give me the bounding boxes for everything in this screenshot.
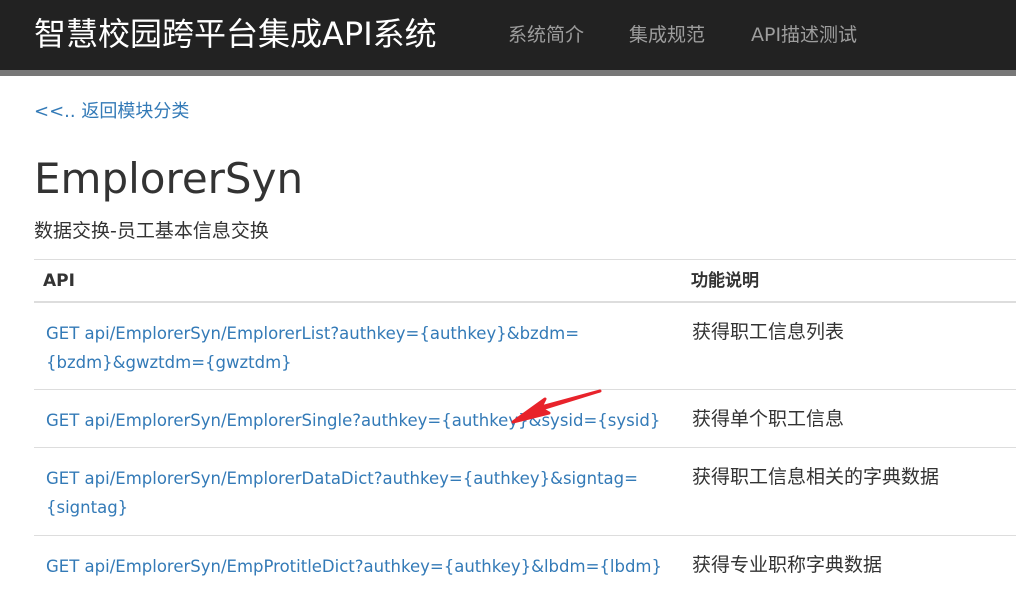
api-link-emplorer-data-dict[interactable]: GET api/EmplorerSyn/EmplorerDataDict?aut… [46,469,638,517]
api-description: 获得单个职工信息 [692,408,845,430]
api-cell: GET api/EmplorerSyn/EmpProtitleDict?auth… [34,535,682,592]
desc-cell: 获得职工信息相关的字典数据 [682,447,1016,536]
page-description: 数据交换-员工基本信息交换 [34,220,269,242]
header-description: 功能说明 [691,271,759,291]
table-header-row: API 功能说明 [34,259,1016,303]
api-cell: GET api/EmplorerSyn/EmplorerDataDict?aut… [34,447,682,536]
back-to-modules-link[interactable]: <<.. 返回模块分类 [34,100,189,124]
api-table: API 功能说明 GET api/EmplorerSyn/EmplorerLis… [34,259,1016,592]
api-link-emplorer-single[interactable]: GET api/EmplorerSyn/EmplorerSingle?authk… [46,411,660,430]
desc-cell: 获得单个职工信息 [682,389,1016,448]
api-link-emp-protitle-dict[interactable]: GET api/EmplorerSyn/EmpProtitleDict?auth… [46,557,662,576]
top-navbar: 智慧校园跨平台集成API系统 系统简介 集成规范 API描述测试 [0,0,1016,76]
table-row: GET api/EmplorerSyn/EmplorerDataDict?aut… [34,447,1016,536]
api-link-emplorer-list[interactable]: GET api/EmplorerSyn/EmplorerList?authkey… [46,324,579,372]
page-title: EmplorerSyn [34,154,304,203]
nav-link-api-test[interactable]: API描述测试 [751,23,857,47]
api-description: 获得职工信息列表 [692,321,845,343]
nav-link-system-intro[interactable]: 系统简介 [508,23,584,47]
table-row: GET api/EmplorerSyn/EmplorerList?authkey… [34,301,1016,390]
table-row: GET api/EmplorerSyn/EmpProtitleDict?auth… [34,535,1016,592]
api-description: 获得专业职称字典数据 [692,554,883,576]
desc-cell: 获得职工信息列表 [682,301,1016,390]
brand-title[interactable]: 智慧校园跨平台集成API系统 [34,14,437,54]
api-cell: GET api/EmplorerSyn/EmplorerList?authkey… [34,301,682,390]
api-cell: GET api/EmplorerSyn/EmplorerSingle?authk… [34,389,682,448]
nav-link-integration-spec[interactable]: 集成规范 [629,23,705,47]
api-description: 获得职工信息相关的字典数据 [692,466,940,488]
table-row: GET api/EmplorerSyn/EmplorerSingle?authk… [34,389,1016,448]
header-api: API [43,271,75,291]
table-header: API 功能说明 [34,259,1016,303]
desc-cell: 获得专业职称字典数据 [682,535,1016,592]
